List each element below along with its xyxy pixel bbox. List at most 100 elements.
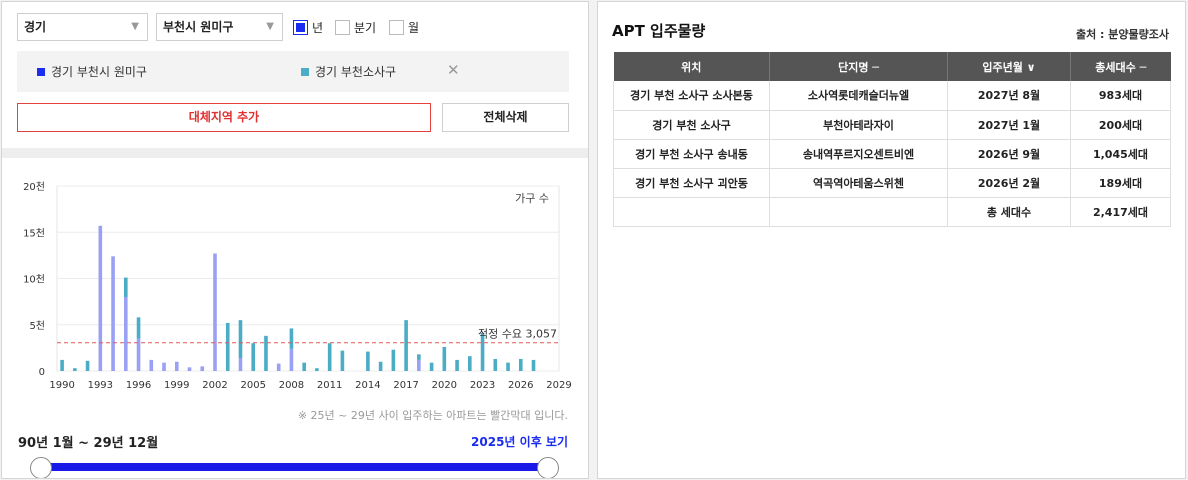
table-header-row: 위치 단지명 ─ 입주년월 ∨ 총세대수 ─ — [613, 52, 1171, 81]
table-row: 경기 부천 소사구 부천아테라자이 2027년 1월 200세대 — [613, 110, 1171, 140]
period-month-checkbox[interactable]: 월 — [389, 19, 419, 36]
col-move-in-sort[interactable]: 입주년월 ∨ — [947, 52, 1071, 81]
bar — [136, 338, 141, 371]
bar — [124, 297, 128, 371]
col-households-sort[interactable]: 총세대수 ─ — [1070, 52, 1171, 81]
cell-complex: 역곡역아테움스위첸 — [769, 168, 948, 198]
period-year-label: 년 — [312, 21, 324, 35]
period-quarter-checkbox[interactable]: 분기 — [335, 19, 376, 36]
bar — [493, 358, 498, 371]
supply-table-panel: APT 입주물량 출처 : 분양물량조사 위치 단지명 ─ 입주년월 ∨ 총세대… — [597, 1, 1186, 479]
chart-svg: 20천 15천 10천 5천 0 1990 1993 1996 1999 2002 2005 2008… — [23, 181, 572, 391]
bar — [225, 322, 230, 371]
y-tick-label: 15천 — [23, 227, 45, 239]
table-row: 경기 부천 소사구 소사본동 소사역롯데캐슬더뉴엘 2027년 8월 983세대 — [613, 81, 1171, 111]
x-tick-label: 2008 — [279, 380, 304, 391]
x-tick-label: 2005 — [240, 380, 265, 391]
bar — [506, 362, 510, 371]
bar — [518, 358, 523, 371]
bar — [404, 320, 408, 371]
y-unit-label: 가구 수 — [515, 192, 549, 205]
cell-move-in: 2026년 9월 — [947, 139, 1071, 169]
bar — [238, 358, 243, 371]
region-label: 경기 부천시 원미구 — [51, 65, 147, 79]
region-item: 경기 부천소사구 — [301, 63, 396, 80]
bar — [251, 343, 256, 371]
bar — [417, 354, 421, 360]
cell-location: 경기 부천 소사구 괴안동 — [613, 168, 770, 198]
cell-households: 983세대 — [1070, 81, 1171, 111]
cell-households: 189세대 — [1070, 168, 1171, 198]
x-tick-label: 2023 — [470, 380, 495, 391]
bar — [442, 346, 447, 371]
checkbox-checked-icon[interactable] — [293, 20, 308, 35]
supply-table: 위치 단지명 ─ 입주년월 ∨ 총세대수 ─ 경기 부천 소사구 소사본동 소사… — [613, 52, 1171, 227]
bar — [289, 328, 294, 349]
cell-complex: 소사역롯데캐슬더뉴엘 — [769, 81, 948, 111]
checkbox-icon[interactable] — [335, 20, 350, 35]
city-select[interactable]: 부천시 원미구 ▼ — [156, 13, 283, 41]
region-label: 경기 부천소사구 — [315, 65, 397, 79]
bar — [174, 361, 179, 371]
total-label: 총 세대수 — [947, 197, 1071, 227]
bar — [327, 343, 332, 371]
chart-footnote: ※ 25년 ~ 29년 사이 입주하는 아파트는 빨간막대 입니다. — [297, 409, 568, 422]
col-location: 위치 — [613, 52, 770, 81]
bar — [315, 368, 319, 371]
period-month-label: 월 — [408, 21, 420, 35]
cell-households: 200세대 — [1070, 110, 1171, 140]
cell-complex: 송내역푸르지오센트비엔 — [769, 139, 948, 169]
x-tick-label: 2017 — [393, 380, 418, 391]
city-select-value: 부천시 원미구 — [163, 20, 234, 34]
table-title: APT 입주물량 — [612, 22, 706, 40]
bar — [289, 348, 294, 371]
period-year-checkbox[interactable]: 년 — [293, 19, 323, 36]
add-region-button[interactable]: 대체지역 추가 — [17, 103, 431, 132]
col-complex-sort[interactable]: 단지명 ─ — [769, 52, 948, 81]
chevron-down-icon: ▼ — [131, 21, 139, 32]
close-icon[interactable]: ✕ — [447, 61, 460, 79]
bar — [238, 320, 243, 359]
bar — [124, 277, 128, 297]
table-total-row: 총 세대수 2,417세대 — [613, 197, 1171, 227]
threshold-label: 적정 수요 3,057 — [478, 328, 557, 341]
cell-empty — [769, 197, 948, 227]
period-quarter-label: 분기 — [354, 21, 377, 35]
legend-square-icon — [301, 67, 309, 76]
bar — [468, 356, 472, 371]
checkbox-icon[interactable] — [389, 20, 404, 35]
table-row: 경기 부천 소사구 괴안동 역곡역아테움스위첸 2026년 2월 189세대 — [613, 168, 1171, 198]
cell-move-in: 2027년 1월 — [947, 110, 1071, 140]
province-select[interactable]: 경기 ▼ — [17, 13, 148, 41]
selected-regions: 경기 부천시 원미구 경기 부천소사구 ✕ — [17, 51, 569, 92]
region-item: 경기 부천시 원미구 — [37, 63, 147, 80]
supply-bar-chart: 20천 15천 10천 5천 0 1990 1993 1996 1999 2002 2005 2008… — [2, 174, 588, 406]
x-tick-label: 2026 — [508, 380, 533, 391]
x-tick-label: 1990 — [49, 380, 74, 391]
data-source: 출처 : 분양물량조사 — [1075, 28, 1169, 41]
cell-complex: 부천아테라자이 — [769, 110, 948, 140]
cell-move-in: 2027년 8월 — [947, 81, 1071, 111]
bar — [136, 317, 141, 339]
x-tick-label: 2020 — [432, 380, 457, 391]
bar — [429, 362, 434, 371]
x-tick-label: 2029 — [546, 380, 571, 391]
bar — [391, 349, 396, 371]
x-tick-label: 1999 — [164, 380, 189, 391]
slider-start-handle[interactable] — [30, 457, 52, 478]
view-after-2025-link[interactable]: 2025년 이후 보기 — [471, 433, 568, 450]
legend-square-icon — [37, 67, 45, 76]
date-range-slider[interactable] — [42, 463, 549, 471]
bar — [60, 359, 64, 371]
slider-end-handle[interactable] — [537, 457, 559, 478]
cell-empty — [613, 197, 770, 227]
delete-all-button[interactable]: 전체삭제 — [442, 103, 569, 132]
x-tick-label: 2014 — [355, 380, 380, 391]
x-tick-label: 2002 — [202, 380, 227, 391]
bar — [378, 361, 383, 371]
y-tick-label: 5천 — [29, 320, 45, 332]
cell-location: 경기 부천 소사구 소사본동 — [613, 81, 770, 111]
y-tick-label: 20천 — [23, 181, 45, 193]
bar — [111, 256, 115, 371]
bar — [200, 366, 205, 371]
